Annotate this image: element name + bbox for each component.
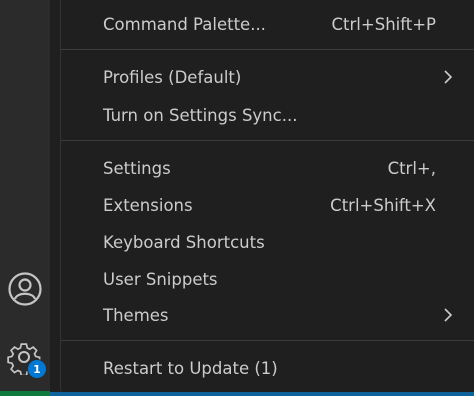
activity-bar: 1 — [0, 0, 50, 396]
menu-item-label: Keyboard Shortcuts — [103, 232, 265, 252]
menu-item-shortcut: Ctrl+, — [387, 158, 436, 178]
menu-item-extensions[interactable]: Extensions Ctrl+Shift+X — [61, 188, 474, 222]
menu-item-restart-to-update[interactable]: Restart to Update (1) — [61, 351, 474, 385]
menu-item-shortcut: Ctrl+Shift+X — [330, 195, 436, 215]
menu-separator — [61, 340, 474, 341]
menu-item-label: Restart to Update (1) — [103, 358, 278, 378]
menu-item-profiles[interactable]: Profiles (Default) — [61, 60, 474, 94]
chevron-right-icon — [444, 70, 453, 84]
account-icon — [8, 272, 42, 306]
accounts-button[interactable] — [6, 270, 44, 308]
menu-item-command-palette[interactable]: Command Palette... Ctrl+Shift+P — [61, 7, 474, 41]
menu-item-keyboard-shortcuts[interactable]: Keyboard Shortcuts — [61, 225, 474, 259]
menu-item-settings[interactable]: Settings Ctrl+, — [61, 151, 474, 185]
menu-item-themes[interactable]: Themes — [61, 298, 474, 332]
chevron-right-icon — [444, 308, 453, 322]
menu-item-label: User Snippets — [103, 269, 218, 289]
menu-item-label: Command Palette... — [103, 14, 266, 34]
menu-item-label: Settings — [103, 158, 171, 178]
menu-item-settings-sync[interactable]: Turn on Settings Sync... — [61, 98, 474, 132]
menu-separator — [61, 140, 474, 141]
menu-item-shortcut: Ctrl+Shift+P — [331, 14, 436, 34]
menu-item-label: Turn on Settings Sync... — [103, 105, 298, 125]
menu-item-label: Profiles (Default) — [103, 67, 242, 87]
status-bar-strip — [0, 391, 50, 396]
menu-separator — [61, 49, 474, 50]
menu-item-user-snippets[interactable]: User Snippets — [61, 262, 474, 296]
status-bar-strip — [50, 392, 474, 396]
menu-item-label: Themes — [103, 305, 169, 325]
update-badge: 1 — [27, 359, 47, 379]
manage-menu: Command Palette... Ctrl+Shift+P Profiles… — [60, 0, 474, 396]
menu-item-label: Extensions — [103, 195, 193, 215]
